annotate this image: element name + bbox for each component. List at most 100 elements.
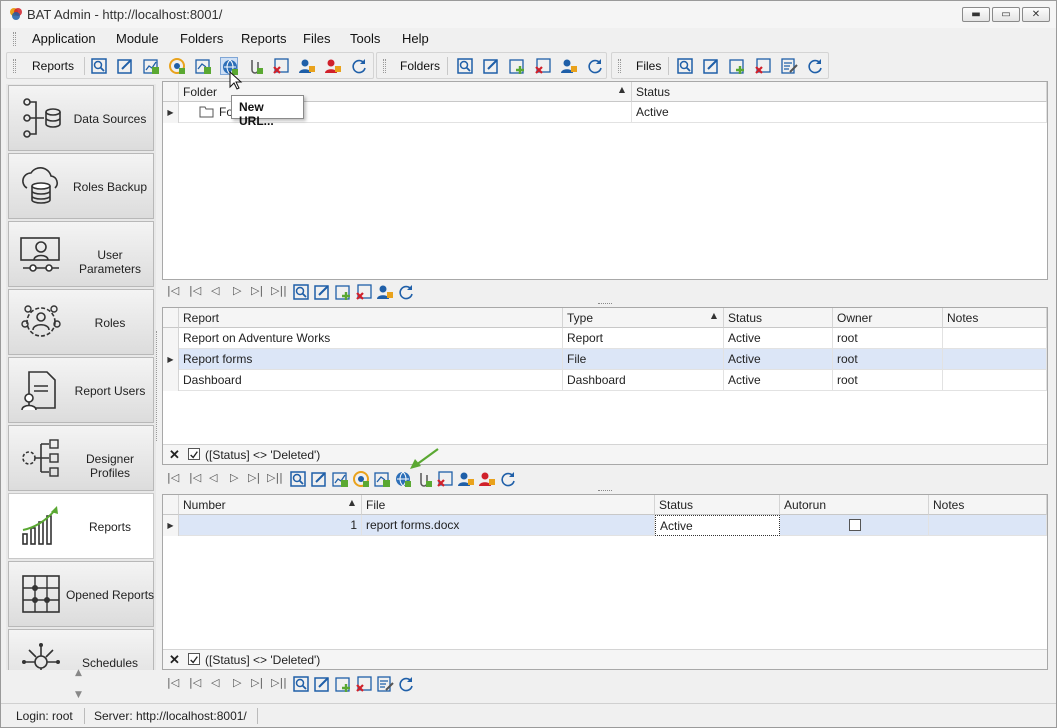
nav-item-schedules[interactable]: Schedules	[8, 629, 154, 670]
refresh-icon[interactable]	[586, 57, 604, 75]
delete-icon[interactable]	[355, 283, 373, 301]
table-row[interactable]: Report on Adventure Works Report Active …	[163, 328, 1047, 349]
last-page-icon[interactable]: ▷||	[267, 471, 283, 484]
owner-cell[interactable]: root	[833, 349, 943, 370]
refresh-icon[interactable]	[397, 675, 415, 693]
autorun-checkbox[interactable]	[849, 519, 861, 531]
refresh-icon[interactable]	[499, 470, 517, 488]
add-icon[interactable]	[728, 57, 746, 75]
status-cell[interactable]: Active	[724, 328, 833, 349]
edit-icon[interactable]	[313, 675, 331, 693]
report-cell[interactable]: Report forms	[179, 349, 563, 370]
type-cell[interactable]: Dashboard	[563, 370, 724, 391]
refresh-icon[interactable]	[806, 57, 824, 75]
nav-item-report-users[interactable]: Report Users	[8, 357, 154, 423]
menu-tools[interactable]: Tools	[350, 31, 380, 46]
menu-reports[interactable]: Reports	[241, 31, 287, 46]
status-cell[interactable]: Active	[724, 370, 833, 391]
edit-icon[interactable]	[702, 57, 720, 75]
next-record-icon[interactable]: ▷	[233, 676, 241, 689]
column-header-report[interactable]: Report	[179, 308, 563, 328]
dashboard-gauge-icon[interactable]	[168, 57, 186, 75]
attach-file-icon[interactable]	[246, 57, 264, 75]
dashboard-gauge-icon[interactable]	[352, 470, 370, 488]
last-page-icon[interactable]: ▷||	[271, 284, 287, 297]
owner-cell[interactable]: root	[833, 370, 943, 391]
nav-item-user-parameters[interactable]: User Parameters	[8, 221, 154, 287]
maximize-button[interactable]: ▭	[992, 7, 1020, 22]
delete-icon[interactable]	[272, 57, 290, 75]
preview-icon[interactable]	[289, 470, 307, 488]
filter-expression[interactable]: ([Status] <> 'Deleted')	[205, 653, 320, 667]
owner-change-icon[interactable]	[478, 470, 496, 488]
prev-record-icon[interactable]: ◁	[211, 676, 219, 689]
last-page-icon[interactable]: ▷||	[271, 676, 287, 689]
refresh-icon[interactable]	[397, 283, 415, 301]
column-header-status[interactable]: Status	[655, 495, 780, 515]
preview-icon[interactable]	[676, 57, 694, 75]
prev-record-icon[interactable]: ◁	[211, 284, 219, 297]
preview-icon[interactable]	[456, 57, 474, 75]
edit-icon[interactable]	[482, 57, 500, 75]
edit-list-icon[interactable]	[376, 675, 394, 693]
status-cell[interactable]: Active	[632, 102, 1047, 123]
column-header-status[interactable]: Status	[632, 82, 1047, 102]
next-page-icon[interactable]: ▷|	[251, 284, 263, 297]
nav-item-opened-reports[interactable]: Opened Reports	[8, 561, 154, 627]
type-cell[interactable]: File	[563, 349, 724, 370]
add-icon[interactable]	[334, 283, 352, 301]
nav-item-data-sources[interactable]: Data Sources	[8, 85, 154, 151]
menu-help[interactable]: Help	[402, 31, 429, 46]
table-row-selected[interactable]: ▶ Report forms File Active root	[163, 349, 1047, 370]
column-header-status[interactable]: Status	[724, 308, 833, 328]
column-header-owner[interactable]: Owner	[833, 308, 943, 328]
column-header-autorun[interactable]: Autorun	[780, 495, 929, 515]
delete-icon[interactable]	[754, 57, 772, 75]
report-cell[interactable]: Dashboard	[179, 370, 563, 391]
first-page-icon[interactable]: |◁	[167, 284, 179, 297]
prev-page-icon[interactable]: |◁	[189, 471, 201, 484]
edit-list-icon[interactable]	[780, 57, 798, 75]
filter-enabled-checkbox[interactable]	[188, 448, 200, 460]
minimize-button[interactable]: ▬	[962, 7, 990, 22]
add-icon[interactable]	[334, 675, 352, 693]
autorun-cell[interactable]	[780, 515, 929, 536]
preview-icon[interactable]	[292, 675, 310, 693]
owner-change-icon[interactable]	[324, 57, 342, 75]
filter-enabled-checkbox[interactable]	[188, 653, 200, 665]
type-cell[interactable]: Report	[563, 328, 724, 349]
first-page-icon[interactable]: |◁	[167, 471, 179, 484]
column-header-type[interactable]: Type ▲	[563, 308, 724, 328]
nav-scroll-arrows[interactable]: ▲ ▼	[75, 668, 82, 701]
owner-cell[interactable]: root	[833, 328, 943, 349]
delete-icon[interactable]	[355, 675, 373, 693]
table-row[interactable]: Dashboard Dashboard Active root	[163, 370, 1047, 391]
table-row-selected[interactable]: ▶ 1 report forms.docx Active	[163, 515, 1047, 536]
nav-item-roles[interactable]: Roles	[8, 289, 154, 355]
horizontal-splitter[interactable]	[598, 303, 612, 306]
close-window-button[interactable]: ✕	[1022, 7, 1050, 22]
menu-files[interactable]: Files	[303, 31, 330, 46]
file-cell[interactable]: report forms.docx	[362, 515, 655, 536]
prev-page-icon[interactable]: |◁	[189, 676, 201, 689]
menu-module[interactable]: Module	[116, 31, 159, 46]
refresh-icon[interactable]	[350, 57, 368, 75]
prev-record-icon[interactable]: ◁	[209, 471, 217, 484]
next-page-icon[interactable]: ▷|	[248, 471, 260, 484]
vertical-splitter[interactable]	[156, 331, 160, 441]
add-report-icon[interactable]	[194, 57, 212, 75]
edit-icon[interactable]	[310, 470, 328, 488]
preview-icon[interactable]	[292, 283, 310, 301]
nav-item-roles-backup[interactable]: Roles Backup	[8, 153, 154, 219]
user-permissions-icon[interactable]	[298, 57, 316, 75]
delete-icon[interactable]	[534, 57, 552, 75]
attach-file-icon[interactable]	[415, 470, 433, 488]
menu-application[interactable]: Application	[32, 31, 96, 46]
clear-filter-icon[interactable]: ✕	[169, 652, 180, 668]
column-header-notes[interactable]: Notes	[929, 495, 1047, 515]
status-cell[interactable]: Active	[724, 349, 833, 370]
prev-page-icon[interactable]: |◁	[189, 284, 201, 297]
next-record-icon[interactable]: ▷	[233, 284, 241, 297]
status-cell-focused[interactable]: Active	[655, 515, 780, 536]
next-record-icon[interactable]: ▷	[230, 471, 238, 484]
